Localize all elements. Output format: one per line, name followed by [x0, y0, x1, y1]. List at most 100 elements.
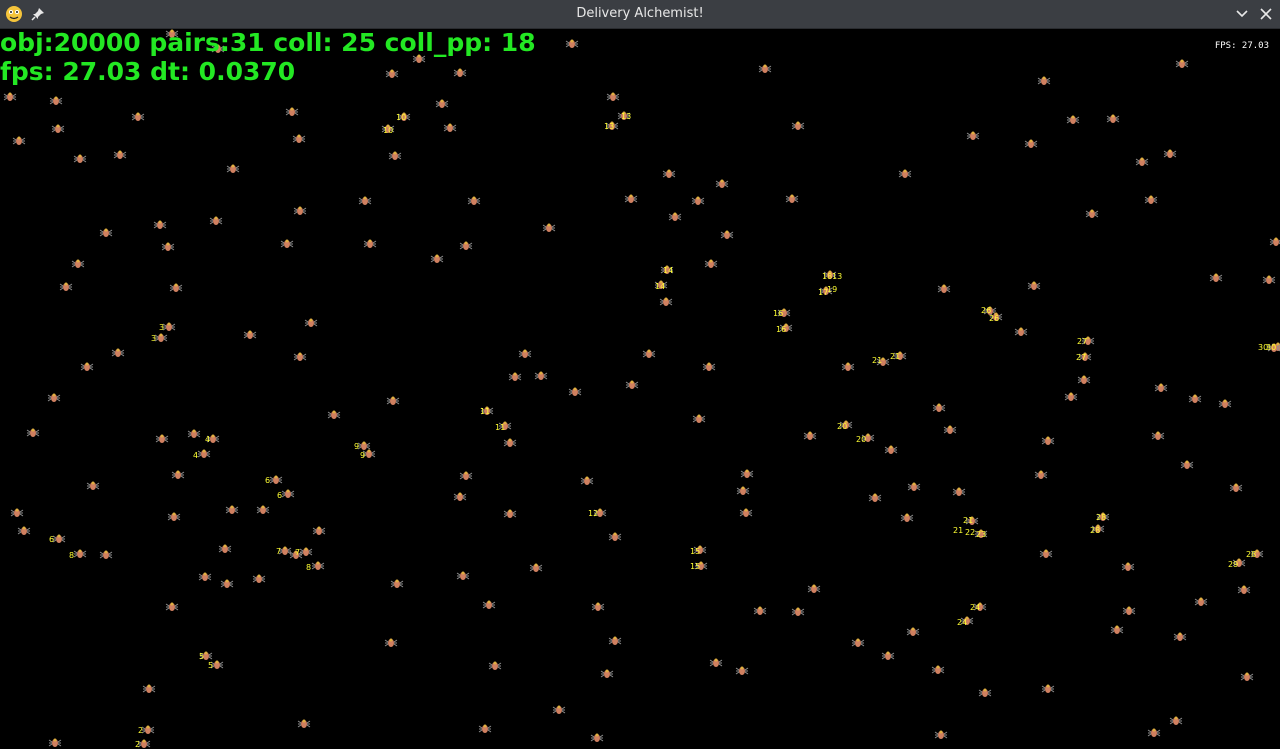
creature-sprite [580, 476, 594, 485]
creature-sprite [851, 638, 865, 647]
sprite-label: 10 [396, 113, 406, 122]
sprite-label: 21 [872, 356, 882, 365]
creature-sprite [1229, 483, 1243, 492]
window-title: Delivery Alchemist! [576, 6, 704, 21]
sprite-label: 16 [773, 309, 783, 318]
creature-sprite [73, 154, 87, 163]
creature-sprite [1209, 273, 1223, 282]
close-button[interactable] [1258, 6, 1274, 22]
creature-sprite [932, 403, 946, 412]
creature-sprite [803, 431, 817, 440]
creature-sprite [931, 665, 945, 674]
creature-sprite [358, 196, 372, 205]
creature-sprite [1041, 684, 1055, 693]
creature-sprite [1173, 632, 1187, 641]
creature-sprite [111, 348, 125, 357]
creature-sprite [552, 705, 566, 714]
creature-sprite [198, 572, 212, 581]
sprite-label: 11 [495, 423, 505, 432]
sprite-label: 5 [199, 652, 204, 661]
sprite-label: 21 [963, 516, 973, 525]
sprite-label: 10 [383, 126, 393, 135]
creature-sprite [642, 349, 656, 358]
creature-sprite [1135, 157, 1149, 166]
creature-sprite [1180, 460, 1194, 469]
creature-sprite [167, 512, 181, 521]
creature-sprite [568, 387, 582, 396]
creature-sprite [625, 380, 639, 389]
creature-sprite [884, 445, 898, 454]
creature-sprite [47, 393, 61, 402]
creature-sprite [390, 579, 404, 588]
creature-sprite [1163, 149, 1177, 158]
hud-stats-line: obj:20000 pairs:31 coll: 25 coll_pp: 18 [0, 29, 536, 57]
creature-sprite [758, 64, 772, 73]
creature-sprite [952, 487, 966, 496]
sprite-label: 22 [965, 528, 975, 537]
sprite-label: 28 [1090, 526, 1100, 535]
chevron-down-icon [1236, 10, 1248, 18]
creature-sprite [435, 99, 449, 108]
creature-sprite [388, 151, 402, 160]
creature-sprite [187, 429, 201, 438]
sprite-label: 15 [690, 562, 700, 571]
creature-sprite [600, 669, 614, 678]
creature-sprite [608, 636, 622, 645]
creature-sprite [937, 284, 951, 293]
creature-sprite [80, 362, 94, 371]
creature-sprite [71, 259, 85, 268]
creature-sprite [280, 239, 294, 248]
sprite-label: 3 [151, 334, 156, 343]
creature-sprite [1066, 115, 1080, 124]
creature-sprite [704, 259, 718, 268]
close-icon [1260, 8, 1272, 20]
creature-sprite [1122, 606, 1136, 615]
window-titlebar[interactable]: Delivery Alchemist! [0, 0, 1280, 29]
sprite-label: 5 [208, 661, 213, 670]
creature-sprite [668, 212, 682, 221]
creature-sprite [1175, 59, 1189, 68]
creature-sprite [1169, 716, 1183, 725]
creature-sprite [443, 123, 457, 132]
creature-sprite [225, 505, 239, 514]
creature-sprite [1027, 281, 1041, 290]
creature-sprite [154, 333, 168, 342]
sprite-field: 10101313141418 131719331616262621 21272730… [3, 29, 1280, 749]
creature-sprite [503, 509, 517, 518]
creature-sprite [1151, 431, 1165, 440]
sprite-label: 6 [265, 476, 270, 485]
sprite-label: 6 [49, 535, 54, 544]
creature-sprite [906, 627, 920, 636]
creature-sprite [1188, 394, 1202, 403]
sprite-label: 21 [953, 526, 963, 535]
creature-sprite [385, 69, 399, 78]
creature-sprite [978, 688, 992, 697]
creature-sprite [900, 513, 914, 522]
creature-sprite [327, 410, 341, 419]
creature-sprite [1194, 597, 1208, 606]
minimize-button[interactable] [1234, 6, 1250, 22]
creature-sprite [791, 607, 805, 616]
creature-sprite [785, 194, 799, 203]
sprite-label: 21 [890, 352, 900, 361]
creature-sprite [293, 352, 307, 361]
creature-sprite [209, 216, 223, 225]
creature-sprite [285, 107, 299, 116]
creature-sprite [1024, 139, 1038, 148]
creature-sprite [1085, 209, 1099, 218]
creature-sprite [1121, 562, 1135, 571]
creature-sprite [1041, 436, 1055, 445]
creature-sprite [131, 112, 145, 121]
sprite-label: 2 [135, 740, 140, 749]
creature-sprite [52, 534, 66, 543]
creature-sprite [49, 96, 63, 105]
sprite-label: 8 [69, 551, 74, 560]
creature-sprite [459, 241, 473, 250]
creature-sprite [226, 164, 240, 173]
creature-sprite [161, 242, 175, 251]
creature-sprite [51, 124, 65, 133]
game-viewport[interactable]: 10 10 13 13 14 14 18 13 17 19 3 3 16 16 26 26 21 21 27 27 30… [0, 29, 1280, 749]
creature-sprite [868, 493, 882, 502]
sprite-label: 11 [480, 407, 490, 416]
creature-sprite [1147, 728, 1161, 737]
